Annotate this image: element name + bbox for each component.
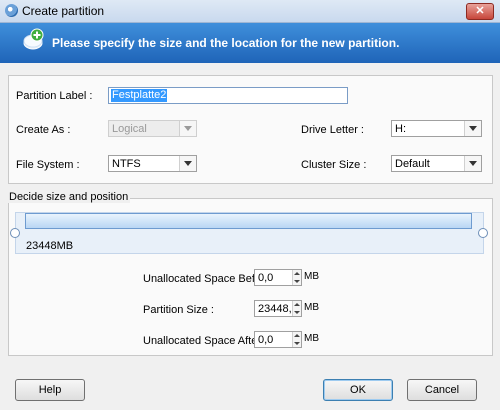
chevron-down-icon xyxy=(464,156,481,171)
unallocated-before-value: 0,0 xyxy=(258,272,274,284)
partition-size-unit: MB xyxy=(304,302,319,313)
unallocated-after-value: 0,0 xyxy=(258,334,274,346)
unallocated-before-input[interactable]: 0,0 xyxy=(254,269,302,286)
create-as-select[interactable]: Logical xyxy=(108,120,197,137)
right-resize-handle[interactable] xyxy=(478,228,488,238)
unallocated-after-unit: MB xyxy=(304,333,319,344)
left-resize-handle[interactable] xyxy=(10,228,20,238)
title-bar: Create partition ✕ xyxy=(0,0,500,23)
cluster-size-select[interactable]: Default xyxy=(391,155,482,172)
chevron-down-icon xyxy=(179,121,196,136)
drive-letter-label: Drive Letter : xyxy=(301,124,364,136)
partition-bar[interactable] xyxy=(25,213,472,229)
window-title: Create partition xyxy=(22,4,105,18)
dialog-footer: Help OK Cancel xyxy=(0,371,500,410)
create-as-value: Logical xyxy=(112,123,147,135)
close-button[interactable]: ✕ xyxy=(466,3,494,20)
banner-instruction: Please specify the size and the location… xyxy=(52,36,400,50)
spin-buttons[interactable] xyxy=(292,270,301,285)
partition-size-display: 23448MB xyxy=(26,240,74,252)
drive-letter-select[interactable]: H: xyxy=(391,120,482,137)
unallocated-after-input[interactable]: 0,0 xyxy=(254,331,302,348)
drive-letter-value: H: xyxy=(395,123,406,135)
file-system-value: NTFS xyxy=(112,158,141,170)
create-as-label: Create As : xyxy=(16,124,71,136)
spin-buttons[interactable] xyxy=(292,301,301,316)
cluster-size-value: Default xyxy=(395,158,430,170)
cluster-size-label: Cluster Size : xyxy=(301,159,367,171)
app-icon xyxy=(5,4,18,17)
cancel-button[interactable]: Cancel xyxy=(407,379,477,401)
ok-button[interactable]: OK xyxy=(323,379,393,401)
unallocated-before-unit: MB xyxy=(304,271,319,282)
chevron-down-icon xyxy=(464,121,481,136)
file-system-select[interactable]: NTFS xyxy=(108,155,197,172)
file-system-label: File System : xyxy=(16,159,80,171)
partition-size-label: Partition Size : xyxy=(143,304,214,316)
size-position-legend: Decide size and position xyxy=(7,191,131,203)
chevron-down-icon xyxy=(179,156,196,171)
partition-label-label: Partition Label : xyxy=(16,90,93,102)
partition-label-input[interactable]: Festplatte2 xyxy=(108,87,348,104)
spin-buttons[interactable] xyxy=(292,332,301,347)
partition-size-input[interactable]: 23448,9 xyxy=(254,300,302,317)
header-banner: Please specify the size and the location… xyxy=(0,23,500,63)
help-button[interactable]: Help xyxy=(15,379,85,401)
unallocated-after-label: Unallocated Space After: xyxy=(143,335,265,347)
partition-label-value: Festplatte2 xyxy=(111,89,168,102)
add-partition-icon xyxy=(23,28,44,50)
